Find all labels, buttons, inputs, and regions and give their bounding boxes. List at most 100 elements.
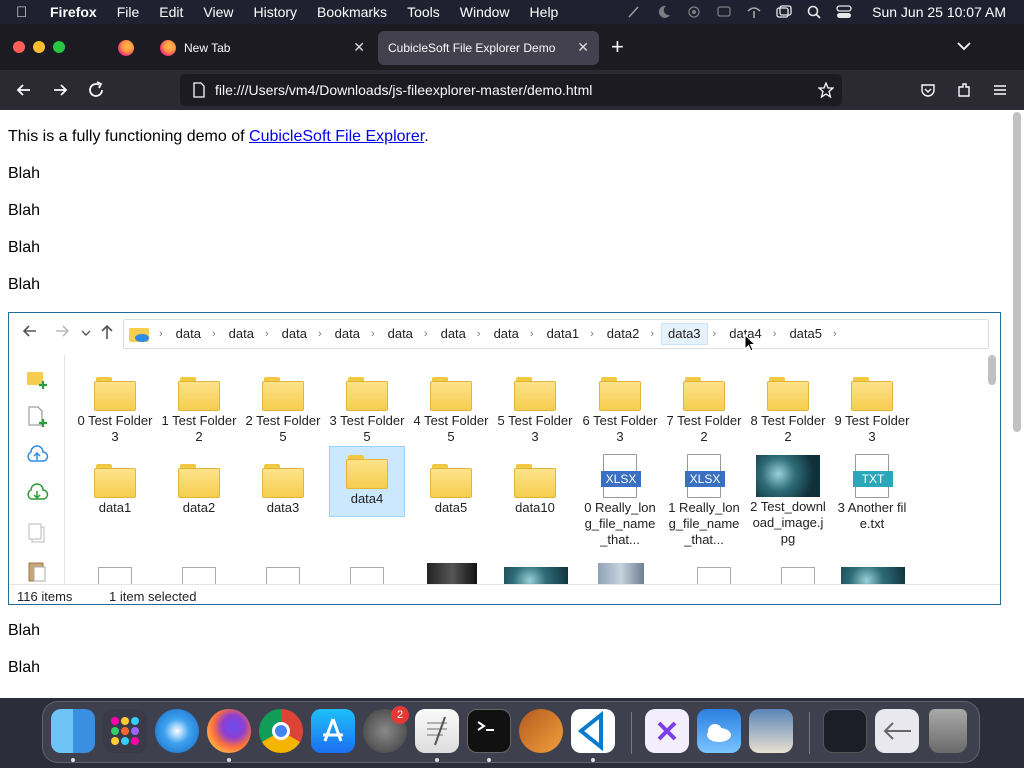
- breadcrumb-item[interactable]: data: [382, 323, 419, 345]
- firefox-icon[interactable]: [207, 709, 251, 753]
- breadcrumb-separator[interactable]: ›: [645, 328, 661, 340]
- minimize-window-button[interactable]: [33, 41, 45, 53]
- image-thumbnail-partial[interactable]: [504, 567, 568, 584]
- breadcrumb-separator[interactable]: ›: [260, 328, 276, 340]
- breadcrumb-separator[interactable]: ›: [313, 328, 329, 340]
- image-thumbnail-partial[interactable]: [427, 563, 477, 584]
- scrollbar-thumb[interactable]: [988, 355, 996, 385]
- window-thumbnail-vscode[interactable]: [823, 709, 867, 753]
- folder-item[interactable]: 3 Test Folder 5: [329, 367, 405, 445]
- folder-item[interactable]: data1: [77, 454, 153, 516]
- file-item[interactable]: XLSX 0 Really_long_file_name_that...: [582, 450, 658, 548]
- folder-item[interactable]: 1 Test Folder 2: [161, 367, 237, 445]
- breadcrumb-separator[interactable]: ›: [585, 328, 601, 340]
- folder-item[interactable]: data2: [161, 454, 237, 516]
- terminal-icon[interactable]: [467, 709, 511, 753]
- hamburger-menu-icon[interactable]: [992, 82, 1008, 98]
- trash-icon[interactable]: [929, 709, 967, 753]
- wifi-icon[interactable]: [746, 5, 762, 19]
- bookmark-star-icon[interactable]: [818, 82, 834, 98]
- extensions-icon[interactable]: [956, 82, 972, 98]
- folder-item[interactable]: data5: [413, 454, 489, 516]
- breadcrumb-separator[interactable]: ›: [154, 328, 170, 340]
- close-tab-icon[interactable]: ✕: [577, 39, 589, 56]
- instruments-icon[interactable]: [519, 709, 563, 753]
- url-bar[interactable]: file:///Users/vm4/Downloads/js-fileexplo…: [180, 74, 842, 106]
- reload-icon[interactable]: [84, 78, 108, 102]
- folder-item[interactable]: 8 Test Folder 2: [750, 367, 826, 445]
- menu-window[interactable]: Window: [460, 4, 510, 20]
- breadcrumb-separator[interactable]: ›: [828, 328, 844, 340]
- back-icon[interactable]: [21, 323, 39, 339]
- chrome-icon[interactable]: [259, 709, 303, 753]
- file-explorer-link[interactable]: CubicleSoft File Explorer: [249, 128, 424, 145]
- breadcrumb-separator[interactable]: ›: [419, 328, 435, 340]
- pocket-icon[interactable]: [920, 82, 936, 98]
- image-item[interactable]: 2 Test_download_image.jpg: [750, 450, 826, 547]
- breadcrumb-separator[interactable]: ›: [472, 328, 488, 340]
- image-thumbnail-partial[interactable]: [841, 567, 905, 584]
- file-icon-partial[interactable]: [266, 567, 300, 584]
- new-tab-button[interactable]: +: [611, 34, 624, 60]
- finder-icon[interactable]: [51, 709, 95, 753]
- file-icon-partial[interactable]: [350, 567, 384, 584]
- folder-item[interactable]: 2 Test Folder 5: [245, 367, 321, 445]
- tab-new-tab[interactable]: New Tab ✕: [150, 31, 375, 65]
- breadcrumb-separator[interactable]: ›: [768, 328, 784, 340]
- download-icon[interactable]: [25, 481, 49, 505]
- menu-view[interactable]: View: [203, 4, 233, 20]
- breadcrumb-item[interactable]: data: [223, 323, 260, 345]
- close-window-button[interactable]: [13, 41, 25, 53]
- folder-item-selected[interactable]: data4: [329, 446, 405, 517]
- folder-item[interactable]: 4 Test Folder 5: [413, 367, 489, 445]
- breadcrumb-item[interactable]: data: [170, 323, 207, 345]
- up-folder-icon[interactable]: [99, 323, 115, 341]
- menu-file[interactable]: File: [117, 4, 140, 20]
- search-icon[interactable]: [806, 5, 822, 19]
- folder-item[interactable]: 9 Test Folder 3: [834, 367, 910, 445]
- scrollbar-thumb[interactable]: [1013, 112, 1021, 432]
- back-icon[interactable]: [12, 78, 36, 102]
- moon-icon[interactable]: [656, 5, 672, 19]
- breadcrumb-item[interactable]: data3: [661, 323, 708, 345]
- folder-item[interactable]: 5 Test Folder 3: [497, 367, 573, 445]
- breadcrumb-separator[interactable]: ›: [525, 328, 541, 340]
- window-icon[interactable]: [776, 5, 792, 19]
- firefox-view-tab[interactable]: [108, 31, 144, 65]
- explorer-scrollbar[interactable]: [985, 355, 999, 584]
- copy-icon[interactable]: [25, 521, 49, 545]
- forward-icon[interactable]: [48, 78, 72, 102]
- menu-app-name[interactable]: Firefox: [50, 4, 97, 20]
- chevron-down-icon[interactable]: [956, 40, 972, 52]
- menu-bookmarks[interactable]: Bookmarks: [317, 4, 387, 20]
- image-thumbnail-partial[interactable]: [598, 563, 644, 584]
- folder-item[interactable]: data10: [497, 454, 573, 516]
- menu-help[interactable]: Help: [530, 4, 559, 20]
- zoom-window-button[interactable]: [53, 41, 65, 53]
- vscode-icon[interactable]: [571, 709, 615, 753]
- control-center-icon[interactable]: [836, 5, 852, 19]
- breadcrumb-item[interactable]: data: [329, 323, 366, 345]
- launchpad-icon[interactable]: [103, 709, 147, 753]
- airdrop-icon[interactable]: [686, 5, 702, 19]
- page-scrollbar[interactable]: [1010, 110, 1024, 698]
- folder-item[interactable]: 6 Test Folder 3: [582, 367, 658, 445]
- textedit-icon[interactable]: [415, 709, 459, 753]
- breadcrumb-item[interactable]: data: [488, 323, 525, 345]
- history-dropdown-icon[interactable]: [81, 329, 91, 337]
- new-folder-icon[interactable]: [25, 367, 49, 391]
- pen-icon[interactable]: [626, 5, 642, 19]
- file-icon-partial[interactable]: [697, 567, 731, 584]
- menu-tools[interactable]: Tools: [407, 4, 440, 20]
- file-item[interactable]: XLSX 1 Really_long_file_name_that...: [666, 450, 742, 548]
- file-icon-partial[interactable]: [98, 567, 132, 584]
- breadcrumb-item[interactable]: data2: [601, 323, 646, 345]
- forward-icon[interactable]: [53, 323, 71, 339]
- upload-icon[interactable]: [25, 443, 49, 467]
- breadcrumb-item[interactable]: data5: [783, 323, 828, 345]
- visual-studio-icon[interactable]: [645, 709, 689, 753]
- folder-item[interactable]: 7 Test Folder 2: [666, 367, 742, 445]
- breadcrumb-item[interactable]: data: [435, 323, 472, 345]
- breadcrumb-item[interactable]: data1: [541, 323, 586, 345]
- weather-icon[interactable]: [697, 709, 741, 753]
